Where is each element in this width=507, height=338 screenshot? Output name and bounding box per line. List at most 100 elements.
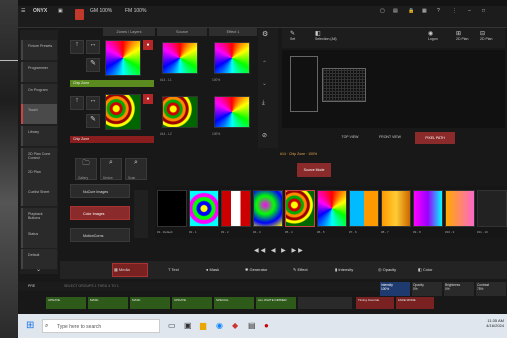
sidebar-item-playback-buttons[interactable]: Playback Buttons bbox=[21, 208, 57, 228]
list-scroll[interactable] bbox=[134, 190, 148, 238]
media-thumb[interactable] bbox=[189, 190, 219, 227]
media-thumb[interactable] bbox=[253, 190, 283, 227]
gear-icon[interactable]: ⚙ bbox=[262, 30, 272, 38]
tab-opacity[interactable]: ◎ Opacity bbox=[378, 263, 414, 277]
sidebar-item-fixture-presets[interactable]: Fixture Presets bbox=[21, 40, 57, 60]
preset-bar[interactable]: Chip Zone bbox=[70, 136, 154, 143]
tab-mask[interactable]: ● Mask bbox=[206, 263, 240, 277]
windows-start-icon[interactable]: ⊞ bbox=[26, 320, 38, 332]
tab-media[interactable]: ▦ Media bbox=[114, 263, 148, 277]
lock-icon[interactable]: 🔒 bbox=[408, 4, 418, 18]
edge-icon[interactable]: ◉ bbox=[216, 320, 228, 332]
sidebar-item-status[interactable]: Status bbox=[21, 228, 57, 248]
task-view-icon[interactable]: ▭ bbox=[168, 320, 180, 332]
sidebar-item-2d-plan[interactable]: 2D Plan bbox=[21, 166, 57, 186]
plan-button[interactable]: ⊞ 2D Plan bbox=[456, 30, 476, 41]
fader-button[interactable]: ALL WHITE DIMMER bbox=[256, 297, 296, 309]
docs-icon[interactable]: ▦ bbox=[422, 4, 432, 18]
sidebar-item-on-program[interactable]: On Program bbox=[21, 84, 57, 104]
app-icon[interactable]: ◆ bbox=[232, 320, 244, 332]
selection-button[interactable]: ◧ Selection (All) bbox=[315, 30, 345, 41]
plan-fixture[interactable] bbox=[290, 56, 318, 112]
media-thumb[interactable] bbox=[317, 190, 347, 227]
move-icon[interactable]: ↔ bbox=[86, 40, 100, 54]
chevron-up-icon[interactable]: ⌃ bbox=[262, 60, 272, 67]
tab-color[interactable]: ◧ Color bbox=[418, 263, 452, 277]
set-button[interactable]: ✎ Set bbox=[290, 30, 310, 41]
effect-thumbnail[interactable] bbox=[214, 96, 250, 128]
fader-button[interactable]: UPDATE bbox=[46, 297, 86, 309]
transport-controls[interactable]: ◀◀ ◀ ▶ ▶▶ bbox=[254, 247, 314, 257]
media-thumb[interactable] bbox=[221, 190, 251, 227]
preset-thumbnail[interactable] bbox=[105, 94, 141, 130]
chevron-down-icon[interactable]: ⌄ bbox=[262, 80, 272, 87]
search-input[interactable]: Type here to search bbox=[42, 319, 160, 333]
record-badge[interactable]: ● bbox=[143, 94, 153, 104]
settings-icon[interactable]: ⋮ bbox=[452, 4, 462, 18]
list-item[interactable]: MotionCorns bbox=[70, 228, 130, 242]
fader-button[interactable]: SPECIAL bbox=[214, 297, 254, 309]
tab-text[interactable]: T Text bbox=[168, 263, 202, 277]
minimize-icon[interactable]: – bbox=[468, 4, 478, 18]
list-item[interactable]: NuCure Images bbox=[70, 184, 130, 198]
plan-grid[interactable] bbox=[322, 68, 366, 102]
fader-button[interactable]: Timing Override bbox=[356, 297, 394, 309]
sidebar-item-cuelist-sheet[interactable]: Cuelist Sheet bbox=[21, 186, 57, 206]
fader-button[interactable]: UPDATE bbox=[172, 297, 212, 309]
logon-button[interactable]: ◉ Logon bbox=[428, 30, 448, 41]
grid-button[interactable]: ⊟ 2D Plan bbox=[480, 30, 502, 41]
brush-icon[interactable]: ✎ bbox=[86, 114, 100, 128]
file-explorer-icon[interactable]: ▆ bbox=[200, 320, 212, 332]
command-line[interactable]: SELECT GROUPS 1 THRU 4 TO 1 bbox=[64, 282, 154, 291]
brush-icon[interactable]: ✎ bbox=[86, 58, 100, 72]
display-icon[interactable]: ▤ bbox=[393, 4, 403, 18]
onyx-taskbar-icon[interactable]: ● bbox=[264, 320, 276, 332]
record-badge[interactable] bbox=[75, 9, 84, 20]
eye-off-icon[interactable]: ⊘ bbox=[262, 132, 272, 139]
media-thumb[interactable] bbox=[445, 190, 475, 227]
maximize-icon[interactable]: □ bbox=[482, 4, 492, 18]
arrow-up-icon[interactable]: ↑ bbox=[70, 96, 84, 110]
record-badge[interactable]: ● bbox=[143, 40, 153, 50]
tab-top-view[interactable]: TOP VIEW bbox=[330, 135, 370, 143]
window-icon[interactable]: ▢ bbox=[380, 4, 390, 18]
sidebar-item-2d-plan-cone[interactable]: 2D Plan Cone Control bbox=[21, 148, 57, 168]
media-thumb[interactable] bbox=[413, 190, 443, 227]
effect-thumbnail[interactable] bbox=[214, 42, 250, 74]
fader-button[interactable] bbox=[298, 297, 352, 309]
tab-intensity[interactable]: ▮ Intensity bbox=[335, 263, 371, 277]
media-thumb[interactable] bbox=[157, 190, 187, 227]
help-icon[interactable]: ? bbox=[437, 4, 447, 18]
encoder-intensity[interactable]: Intensity 100% bbox=[380, 282, 410, 296]
encoder-contrast[interactable]: Contrast 75% bbox=[476, 282, 506, 296]
tab-effect[interactable]: ✎ Effect bbox=[293, 263, 327, 277]
tab-pixel-path[interactable]: PIXEL PATH bbox=[415, 132, 455, 144]
preset-thumbnail[interactable] bbox=[105, 40, 141, 76]
media-thumb[interactable] bbox=[381, 190, 411, 227]
media-thumb[interactable] bbox=[349, 190, 379, 227]
fader-button[interactable]: MASK bbox=[88, 297, 128, 309]
sidebar-item-programmer[interactable]: Programmer bbox=[21, 62, 57, 82]
media-thumb[interactable] bbox=[477, 190, 507, 227]
source-thumbnail[interactable] bbox=[162, 96, 198, 128]
move-icon[interactable]: ↔ bbox=[86, 96, 100, 110]
fader-button[interactable]: FADE MODE bbox=[396, 297, 434, 309]
preset-bar[interactable]: Chip Zone bbox=[70, 80, 154, 87]
menu-icon[interactable]: ☰ bbox=[21, 4, 31, 18]
source-mode-button[interactable]: Source Mode bbox=[297, 163, 331, 177]
store-icon[interactable]: ▤ bbox=[248, 320, 260, 332]
widgets-icon[interactable]: ▣ bbox=[184, 320, 196, 332]
source-thumbnail[interactable] bbox=[162, 42, 198, 74]
tab-generator[interactable]: ✺ Generator bbox=[245, 263, 285, 277]
sidebar-item-touch[interactable]: Touch bbox=[21, 104, 57, 124]
arrow-up-icon[interactable]: ↑ bbox=[70, 40, 84, 54]
media-thumb-selected[interactable] bbox=[285, 190, 315, 227]
sidebar-item-library[interactable]: Library bbox=[21, 126, 57, 146]
monitor-icon[interactable]: ▣ bbox=[58, 4, 68, 18]
chevron-down-icon[interactable]: ⌄ bbox=[36, 266, 46, 274]
list-item-selected[interactable]: Color Images bbox=[70, 206, 130, 220]
fader-button[interactable]: MASK bbox=[130, 297, 170, 309]
encoder-opacity[interactable]: Opacity 0% bbox=[412, 282, 442, 296]
bottom-icon[interactable]: ⤓ bbox=[262, 100, 272, 107]
tab-front-view[interactable]: FRONT VIEW bbox=[370, 135, 410, 143]
